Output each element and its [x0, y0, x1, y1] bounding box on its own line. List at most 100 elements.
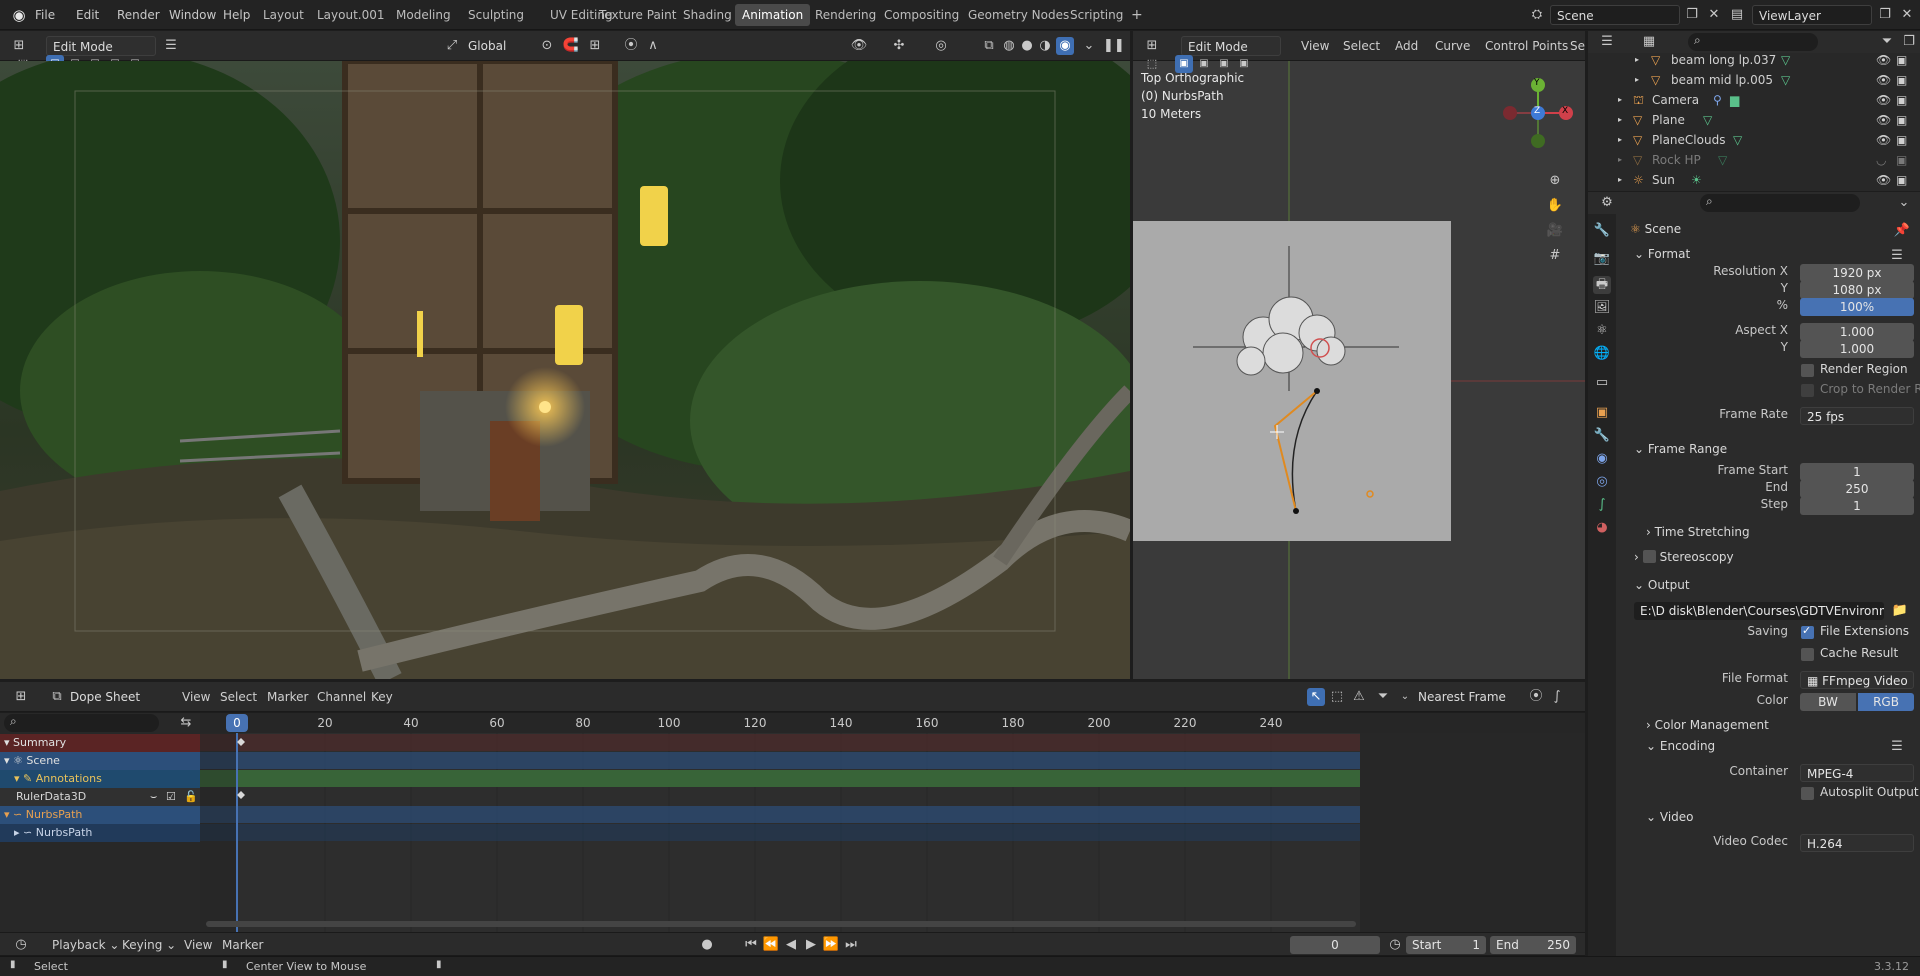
- eye-icon[interactable]: 👁: [1876, 110, 1891, 130]
- scene-tab-icon[interactable]: ⚛: [1593, 322, 1611, 340]
- eye-icon[interactable]: 👁: [1876, 90, 1891, 110]
- pin-icon[interactable]: 📌: [1893, 222, 1911, 240]
- outliner-row[interactable]: ▸ ⛫ Camera ⚲ ▆ 👁 ▣: [1588, 90, 1908, 110]
- time-stretching-header[interactable]: › Time Stretching: [1646, 525, 1750, 539]
- menu-marker[interactable]: Marker: [267, 687, 308, 707]
- outliner-row[interactable]: ▸ ▽ beam long lp.037 ▽ 👁 ▣: [1588, 50, 1908, 70]
- filter-icon[interactable]: ⏷: [1878, 33, 1896, 51]
- frame-start-field[interactable]: 1: [1800, 463, 1914, 481]
- zoom-icon[interactable]: ⊕: [1546, 172, 1564, 190]
- ortho-grid-icon[interactable]: #: [1546, 247, 1564, 265]
- expand-icon[interactable]: ▸: [1635, 70, 1639, 90]
- particles-tab-icon[interactable]: ◉: [1593, 450, 1611, 468]
- horizontal-scrollbar[interactable]: [206, 921, 1356, 927]
- color-management-header[interactable]: › Color Management: [1646, 718, 1769, 732]
- select-extend-icon[interactable]: ▣: [1195, 55, 1213, 73]
- preview-range-icon[interactable]: ◷: [1386, 936, 1404, 954]
- only-selected-icon[interactable]: ↖: [1307, 688, 1325, 706]
- channel-nurbspath-object[interactable]: ▾ ∽ NurbsPath: [0, 806, 200, 824]
- presets-icon[interactable]: ☰: [1888, 247, 1906, 265]
- outliner-row[interactable]: ▸ ▽ Plane ▽ 👁 ▣: [1588, 110, 1908, 130]
- resolution-x-field[interactable]: 1920 px: [1800, 264, 1914, 282]
- folder-icon[interactable]: 📁: [1891, 602, 1909, 620]
- frame-step-field[interactable]: 1: [1800, 497, 1914, 515]
- frame-range-panel-header[interactable]: ⌄ Frame Range: [1634, 442, 1727, 456]
- new-view-layer-icon[interactable]: ❐: [1876, 6, 1894, 24]
- properties-search-input[interactable]: ⌕: [1700, 194, 1860, 212]
- jump-start-icon[interactable]: ⏮: [742, 936, 760, 954]
- format-panel-header[interactable]: ⌄ Format: [1634, 247, 1690, 261]
- menu-view[interactable]: View: [182, 687, 210, 707]
- tab-geometry-nodes[interactable]: Geometry Nodes: [961, 4, 1076, 26]
- expand-icon[interactable]: ▸: [1618, 150, 1622, 170]
- menu-marker[interactable]: Marker: [222, 935, 263, 955]
- physics-tab-icon[interactable]: ◎: [1593, 473, 1611, 491]
- crop-region-checkbox[interactable]: [1801, 384, 1814, 397]
- menu-help[interactable]: Help: [223, 0, 250, 30]
- new-scene-icon[interactable]: ❐: [1683, 6, 1701, 24]
- object-tab-icon[interactable]: ▣: [1593, 404, 1611, 422]
- material-tab-icon[interactable]: ◕: [1593, 519, 1611, 537]
- errors-only-icon[interactable]: ⚠: [1350, 688, 1368, 706]
- channel-search-input[interactable]: ⌕: [4, 714, 159, 732]
- outliner-row[interactable]: ▸ ☼ Sun ☀ 👁 ▣: [1588, 170, 1908, 190]
- menu-view[interactable]: View: [184, 935, 212, 955]
- eye-icon[interactable]: 👁: [1876, 170, 1891, 190]
- render-icon[interactable]: ▣: [1896, 90, 1907, 110]
- outliner-row[interactable]: ▸ ▽ Rock HP ▽ ◡ ▣: [1588, 150, 1908, 170]
- encoding-panel-header[interactable]: ⌄ Encoding: [1646, 739, 1715, 753]
- current-frame-field[interactable]: 0: [1290, 936, 1380, 954]
- prev-keyframe-icon[interactable]: ⏪: [762, 936, 780, 954]
- collection-tab-icon[interactable]: ▭: [1593, 374, 1611, 392]
- new-collection-icon[interactable]: ❐: [1900, 33, 1918, 51]
- output-tab-icon[interactable]: 🖶: [1593, 276, 1611, 294]
- render-icon[interactable]: ▣: [1896, 170, 1907, 190]
- modifier-tab-icon[interactable]: 🔧: [1593, 427, 1611, 445]
- add-workspace-button[interactable]: +: [1124, 4, 1150, 26]
- outliner-row[interactable]: ▸ ▽ PlaneClouds ▽ 👁 ▣: [1588, 130, 1908, 150]
- current-frame-indicator[interactable]: 0: [226, 714, 248, 732]
- output-panel-header[interactable]: ⌄ Output: [1634, 578, 1690, 592]
- menu-channel[interactable]: Channel: [317, 687, 366, 707]
- frame-end-field[interactable]: 250: [1800, 480, 1914, 498]
- resolution-y-field[interactable]: 1080 px: [1800, 281, 1914, 299]
- dopesheet-mode-dropdown[interactable]: Dope Sheet: [64, 687, 168, 707]
- select-new-icon[interactable]: ▣: [1175, 55, 1193, 73]
- timeline-editor-icon[interactable]: ◷: [12, 936, 30, 954]
- start-frame-field[interactable]: Start 1: [1406, 936, 1486, 954]
- scene-selector[interactable]: Scene: [1550, 5, 1680, 25]
- color-bw-button[interactable]: BW: [1800, 693, 1856, 711]
- render-region-checkbox[interactable]: [1801, 364, 1814, 377]
- select-invert-icon[interactable]: ▣: [1235, 55, 1253, 73]
- swap-icon[interactable]: ⇆: [177, 714, 195, 732]
- eye-hidden-icon[interactable]: ◡: [1876, 150, 1886, 170]
- tab-sculpting[interactable]: Sculpting: [461, 4, 531, 26]
- tab-layout[interactable]: Layout: [256, 4, 311, 26]
- encoding-presets-icon[interactable]: ☰: [1888, 738, 1906, 756]
- next-keyframe-icon[interactable]: ⏩: [822, 936, 840, 954]
- menu-playback[interactable]: Playback ⌄: [52, 935, 119, 955]
- proportional-edit-icon[interactable]: ⦿: [1527, 688, 1545, 706]
- channel-nurbspath-data[interactable]: ▸ ∽ NurbsPath: [0, 824, 200, 842]
- render-icon[interactable]: ▣: [1896, 130, 1907, 150]
- view-layer-tab-icon[interactable]: 🖼: [1593, 299, 1611, 317]
- video-codec-dropdown[interactable]: H.264: [1800, 834, 1914, 852]
- eye-icon[interactable]: 👁: [1876, 70, 1891, 90]
- outliner-type-icon[interactable]: ☰: [1598, 33, 1616, 51]
- file-extensions-checkbox[interactable]: [1801, 624, 1814, 639]
- outliner-search-input[interactable]: ⌕: [1688, 33, 1818, 51]
- display-mode-icon[interactable]: ▦: [1640, 33, 1658, 51]
- cache-result-checkbox[interactable]: [1801, 648, 1814, 661]
- outliner-row[interactable]: ▸ ▽ beam mid lp.005 ▽ 👁 ▣: [1588, 70, 1908, 90]
- expand-icon[interactable]: ▸: [1618, 90, 1622, 110]
- view-layer-selector[interactable]: ViewLayer: [1752, 5, 1872, 25]
- render-icon[interactable]: ▣: [1896, 150, 1907, 170]
- menu-window[interactable]: Window: [169, 0, 216, 30]
- lock-wave-icon[interactable]: ⌣: [150, 788, 157, 806]
- frame-rate-dropdown[interactable]: 25 fps: [1800, 407, 1914, 425]
- tab-animation[interactable]: Animation: [735, 4, 811, 26]
- play-icon[interactable]: ▶: [802, 936, 820, 954]
- delete-view-layer-icon[interactable]: ✕: [1898, 6, 1916, 24]
- output-path-field[interactable]: E:\D disk\Blender\Courses\GDTVEnvironmen…: [1634, 602, 1884, 620]
- eye-icon[interactable]: 👁: [1876, 50, 1891, 70]
